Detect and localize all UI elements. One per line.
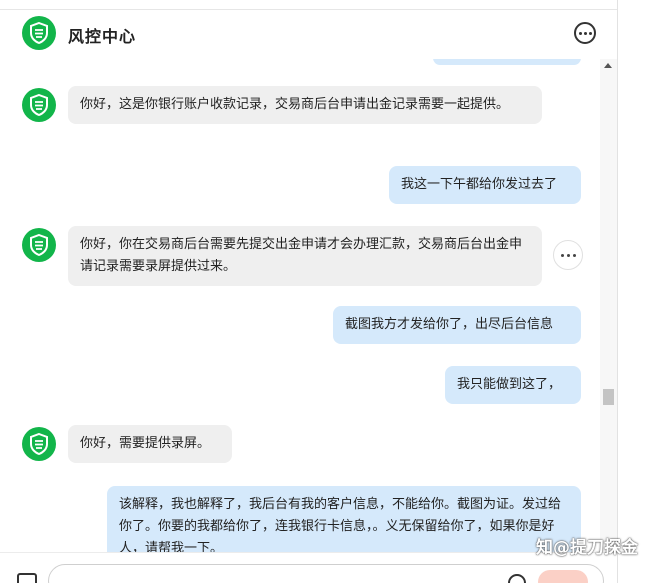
watermark: 知@提刀探金 [536,538,638,558]
outgoing-message: 我这一下午都给你发过去了 [389,166,581,204]
message-list[interactable]: 你好，这是你银行账户收款记录，交易商后台申请出金记录需要一起提供。 我这一下午都… [0,59,617,552]
window-divider [617,0,618,583]
incoming-message: 你好，你在交易商后台需要先提交出金申请才会办理汇款，交易商后台出金申请记录需要录… [68,226,542,286]
chat-header: 风控中心 [0,9,617,59]
incoming-message: 你好，这是你银行账户收款记录，交易商后台申请出金记录需要一起提供。 [68,86,542,124]
shield-icon [22,88,56,122]
scroll-up-icon[interactable] [604,63,612,68]
send-button[interactable] [538,570,588,583]
input-bar [0,552,617,583]
scrollbar[interactable] [600,59,617,552]
more-horizontal-icon[interactable] [574,22,596,44]
image-attach-icon[interactable] [17,573,37,583]
shield-icon [22,228,56,262]
message-more-icon[interactable] [553,240,583,270]
scroll-thumb[interactable] [603,389,614,405]
outgoing-message: 该解释，我也解释了，我后台有我的客户信息，不能给你。截图为证。发过给你了。你要的… [107,486,581,552]
outgoing-message: 我只能做到这了， [445,366,581,404]
outgoing-bubble-partial [433,59,581,65]
page-title: 风控中心 [68,27,137,46]
chat-window: 风控中心 你好，这是你银行账户收款记录，交易商后台申请出金记录需要一起提供。 我… [0,0,669,583]
incoming-message: 你好，需要提供录屏。 [68,425,232,463]
outgoing-message: 截图我方才发给你了，出尽后台信息 [333,306,581,344]
shield-icon [22,427,56,461]
shield-icon [22,16,56,50]
